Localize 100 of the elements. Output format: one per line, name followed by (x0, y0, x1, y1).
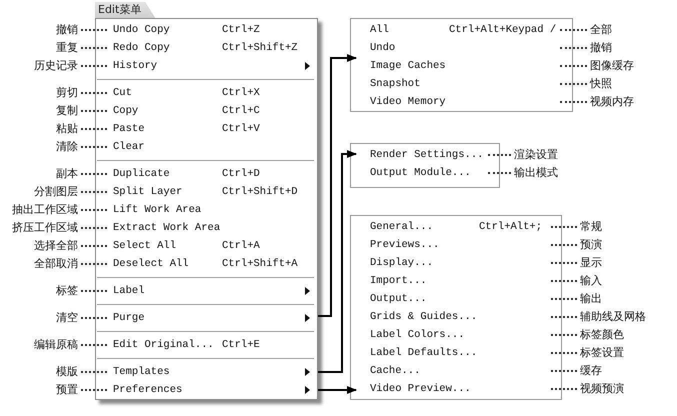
shortcut-label: Ctrl+V (222, 122, 261, 137)
menu-item[interactable]: All (370, 21, 449, 39)
shortcut-label: Ctrl+Shift+D (222, 185, 299, 200)
annotation-label: 辅助线及网格 (580, 309, 646, 325)
menu-item[interactable]: Grids & Guides... (370, 308, 479, 326)
leader-line (81, 263, 107, 265)
leader-line (488, 154, 511, 156)
leader-line (551, 334, 577, 336)
shortcut-label: Ctrl+E (222, 338, 261, 353)
menu-item[interactable]: Output Module... (370, 164, 488, 182)
menu-item[interactable]: Output... (370, 290, 479, 308)
menu-item[interactable]: Image Caches (370, 57, 449, 75)
annotation-label: 快照 (590, 76, 613, 92)
annotation-label: 图像缓存 (590, 58, 634, 74)
menu-item[interactable]: Undo Copy (113, 21, 222, 39)
menu-item[interactable]: Render Settings... (370, 146, 488, 164)
annotation-label: 粘贴 (55, 121, 78, 137)
shortcut-label: Ctrl+C (222, 104, 261, 119)
menu-item[interactable]: Redo Copy (113, 39, 222, 57)
annotation-label: 标签颜色 (580, 327, 625, 343)
menu-item[interactable]: Lift Work Area (113, 201, 222, 219)
leader-line (81, 290, 107, 292)
menu-item[interactable]: Select All (113, 237, 222, 255)
leader-line (81, 371, 107, 373)
menu-item[interactable]: Video Memory (370, 93, 449, 111)
leader-line (81, 227, 107, 229)
leader-line (551, 280, 577, 282)
menu-item[interactable]: General... (370, 218, 479, 236)
menu-item[interactable]: Split Layer (113, 183, 222, 201)
menu-item[interactable]: Deselect All (113, 255, 222, 273)
menu-item[interactable]: Paste (113, 120, 222, 138)
menu-item[interactable]: Clear (113, 138, 222, 156)
annotation-label: 缓存 (580, 363, 603, 379)
menu-item[interactable]: Import... (370, 272, 479, 290)
menu-item[interactable]: Copy (113, 102, 222, 120)
menu-item[interactable]: Templates (113, 363, 222, 381)
leader-line (560, 29, 587, 31)
menu-item[interactable]: Extract Work Area (113, 219, 222, 237)
menu-item[interactable]: Snapshot (370, 75, 449, 93)
annotation-label: 分割图层 (33, 184, 78, 200)
menu-item[interactable]: Preferences (113, 381, 222, 399)
leader-line (81, 317, 107, 319)
annotation-label: 显示 (580, 255, 603, 271)
leader-line (551, 262, 577, 264)
leader-line (81, 245, 107, 247)
menu-item[interactable]: Undo (370, 39, 449, 57)
annotation-label: 模版 (55, 364, 78, 380)
menu-item[interactable]: Label Defaults... (370, 344, 479, 362)
menu-item[interactable]: Purge (113, 309, 222, 327)
annotation-label: 撤销 (590, 40, 613, 56)
leader-line (81, 209, 107, 211)
shortcut-label: Ctrl+Z (222, 23, 261, 38)
leader-line (81, 29, 107, 31)
annotation-label: 复制 (55, 103, 78, 119)
leader-line (551, 298, 577, 300)
leader-line (551, 352, 577, 354)
menu-item[interactable]: Display... (370, 254, 479, 272)
shortcut-label: Ctrl+Alt+Keypad / (449, 23, 558, 38)
annotation-label: 全部 (590, 22, 613, 38)
annotation-label: 预置 (55, 382, 78, 398)
menu-item[interactable]: Cache... (370, 362, 479, 380)
annotation-label: 撤销 (55, 22, 78, 38)
annotation-label: 历史记录 (33, 58, 78, 74)
annotation-label: 副本 (55, 166, 78, 182)
annotation-label: 抽出工作区域 (11, 202, 78, 218)
menu-item[interactable]: Label (113, 282, 222, 300)
leader-line (81, 47, 107, 49)
shortcut-label: Ctrl+D (222, 167, 261, 182)
menu-item[interactable]: Label Colors... (370, 326, 479, 344)
annotation-label: 预演 (580, 237, 603, 253)
menu-item[interactable]: Video Preview... (370, 380, 479, 398)
leader-line (81, 389, 107, 391)
leader-line (551, 316, 577, 318)
annotation-label: 剪切 (55, 85, 78, 101)
leader-line (81, 65, 107, 67)
leader-line (81, 110, 107, 112)
annotation-label: 编辑原稿 (33, 337, 78, 353)
annotation-label: 选择全部 (33, 238, 78, 254)
shortcut-label: Ctrl+Shift+Z (222, 41, 299, 56)
annotation-label: 清空 (55, 310, 78, 326)
menu-item[interactable]: Cut (113, 84, 222, 102)
annotation-label: 清除 (55, 139, 78, 155)
annotation-label: 重复 (55, 40, 78, 56)
menu-item[interactable]: History (113, 57, 222, 75)
annotation-label: 常规 (580, 219, 603, 235)
annotation-label: 挤压工作区域 (11, 220, 78, 236)
annotation-label: 输出模式 (514, 165, 558, 181)
shortcut-label: Ctrl+X (222, 86, 261, 101)
leader-line (560, 101, 587, 103)
menu-item[interactable]: Previews... (370, 236, 479, 254)
leader-line (81, 128, 107, 130)
shortcut-label: Ctrl+Alt+; (479, 220, 544, 235)
annotation-label: 标签设置 (580, 345, 625, 361)
shortcut-label: Ctrl+Shift+A (222, 257, 299, 272)
connector-arrow (318, 386, 357, 394)
annotation-label: 视频内存 (590, 94, 634, 110)
menu-item[interactable]: Duplicate (113, 165, 222, 183)
leader-line (551, 244, 577, 246)
leader-line (551, 370, 577, 372)
menu-item[interactable]: Edit Original... (113, 336, 222, 354)
